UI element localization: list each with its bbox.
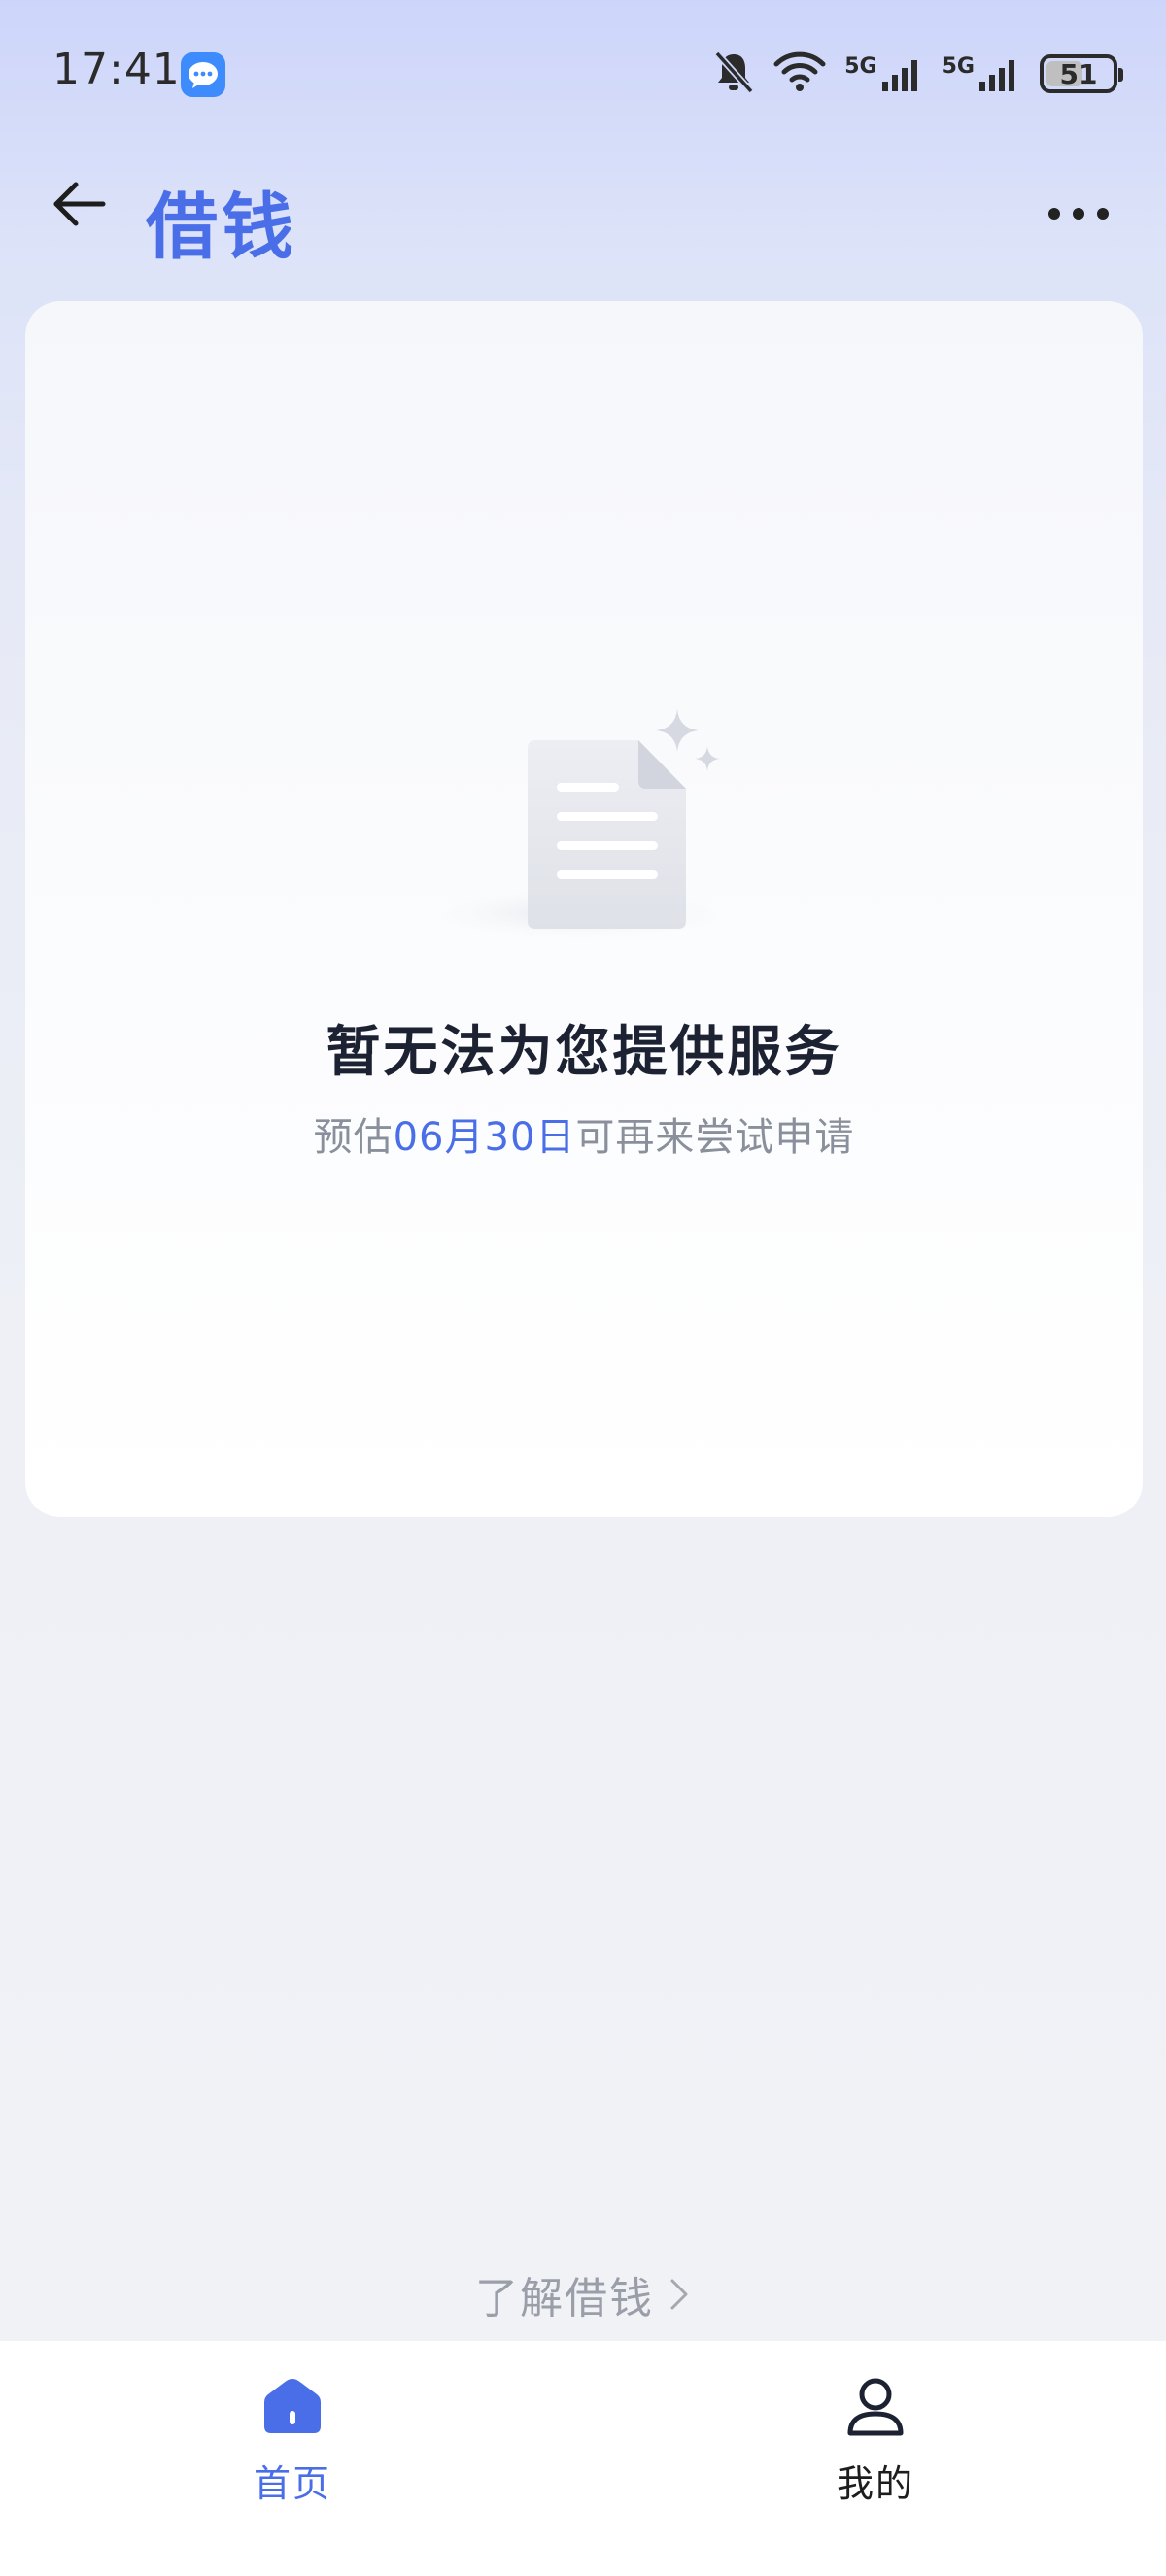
- empty-document-illustration: [409, 690, 759, 942]
- network-type-label-2: 5G: [942, 54, 975, 79]
- bottom-tab-bar: 首页 我的: [0, 2341, 1166, 2576]
- network-type-label: 5G: [844, 54, 877, 79]
- battery-level: 51: [1059, 57, 1098, 90]
- tab-mine[interactable]: 我的: [769, 2360, 982, 2525]
- wifi-icon: [772, 51, 827, 97]
- tab-home-label: 首页: [253, 2462, 331, 2505]
- learn-more-label: 了解借钱: [475, 2274, 654, 2323]
- arrow-left-icon: [53, 182, 106, 226]
- subtitle-suffix: 可再来尝试申请: [575, 1115, 855, 1160]
- message-notification-icon: [181, 52, 225, 97]
- user-icon: [841, 2372, 909, 2440]
- app-header: 借钱: [0, 155, 1166, 272]
- tab-home[interactable]: 首页: [186, 2360, 399, 2525]
- more-options-button[interactable]: [1030, 175, 1127, 253]
- more-dot-icon: [1097, 208, 1109, 220]
- status-time: 17:41: [52, 45, 181, 94]
- status-icons: 5G 5G 51: [712, 45, 1123, 103]
- empty-state-title: 暂无法为您提供服务: [326, 1021, 842, 1084]
- tab-mine-label: 我的: [836, 2462, 914, 2505]
- chevron-right-icon: [670, 2279, 688, 2310]
- page-title: 借钱: [146, 186, 297, 269]
- status-bar: 17:41 5G 5G 51: [0, 0, 1166, 146]
- empty-state-subtitle: 预估06月30日可再来尝试申请: [25, 1105, 1143, 1162]
- mute-bell-icon: [712, 49, 755, 99]
- retry-date: 06月30日: [393, 1115, 576, 1160]
- signal-5g-icon-2: 5G: [943, 54, 1022, 93]
- more-dot-icon: [1048, 208, 1060, 220]
- back-button[interactable]: [41, 165, 119, 243]
- empty-state-card: 暂无法为您提供服务 预估06月30日可再来尝试申请: [25, 301, 1143, 1517]
- subtitle-prefix: 预估: [313, 1115, 394, 1160]
- signal-5g-icon: 5G: [844, 54, 924, 93]
- more-dot-icon: [1073, 208, 1084, 220]
- learn-more-link[interactable]: 了解借钱: [0, 2263, 1166, 2325]
- battery-indicator: 51: [1040, 54, 1123, 93]
- home-icon: [258, 2372, 326, 2440]
